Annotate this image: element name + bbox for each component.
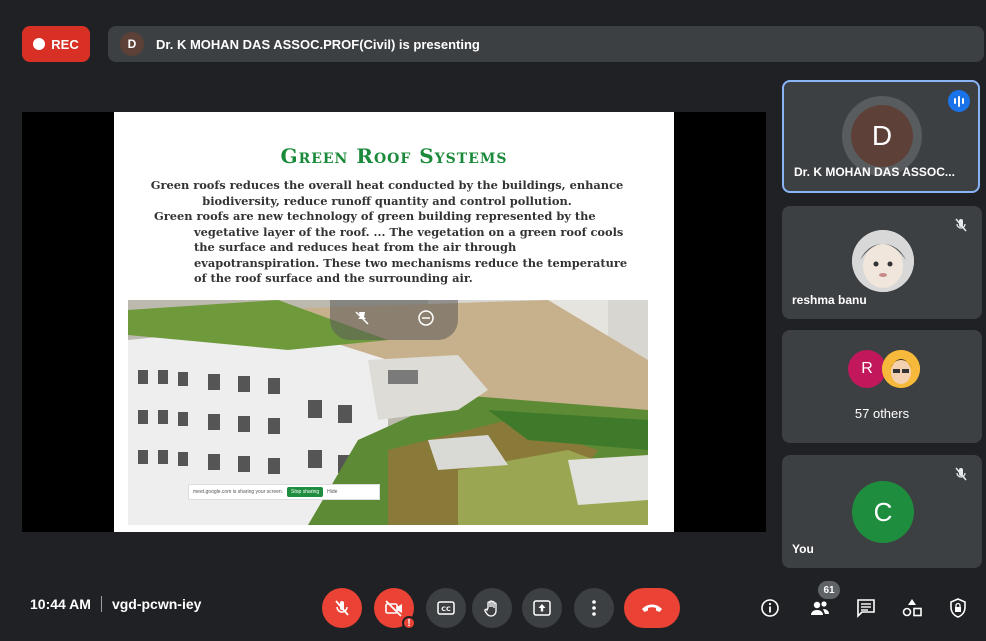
share-toast-text: meet.google.com is sharing your screen. bbox=[193, 489, 284, 495]
participant-name: You bbox=[792, 542, 814, 556]
presentation-slide: Green Roof Systems Green roofs reduces t… bbox=[114, 112, 674, 532]
divider bbox=[100, 596, 102, 612]
you-avatar: C bbox=[852, 481, 914, 543]
record-dot-icon bbox=[33, 38, 46, 50]
camera-off-icon bbox=[385, 600, 402, 617]
activities-button[interactable] bbox=[898, 594, 926, 622]
info-icon bbox=[761, 599, 779, 617]
participant-count-badge: 61 bbox=[818, 581, 840, 599]
presenter-initial: D bbox=[851, 105, 913, 167]
mic-off-icon bbox=[950, 214, 972, 236]
people-icon bbox=[811, 601, 829, 615]
recording-label: REC bbox=[51, 36, 79, 52]
mic-toggle-button[interactable] bbox=[322, 588, 362, 628]
presenting-text: Dr. K MOHAN DAS ASSOC.PROF(Civil) is pre… bbox=[156, 36, 480, 52]
participant-tile-you[interactable]: C You bbox=[782, 455, 982, 568]
others-count-label: 57 others bbox=[854, 406, 910, 421]
shield-lock-icon bbox=[950, 598, 966, 618]
presentation-hover-controls[interactable] bbox=[330, 300, 458, 340]
chat-icon bbox=[857, 599, 875, 618]
participant-tile-presenter[interactable]: D Dr. K MOHAN DAS ASSOC... bbox=[782, 80, 980, 193]
hide-toast-button[interactable]: Hide bbox=[327, 489, 337, 495]
presenter-avatar: D bbox=[120, 32, 144, 56]
svg-text:CC: CC bbox=[441, 605, 451, 613]
meeting-code[interactable]: vgd-pcwn-iey bbox=[112, 596, 201, 612]
slide-paragraph-2: Green roofs are new technology of green … bbox=[154, 209, 628, 285]
call-end-icon bbox=[642, 604, 662, 612]
presenter-tile-avatar: D bbox=[842, 96, 922, 176]
raise-hand-button[interactable] bbox=[472, 588, 512, 628]
others-avatar-r: R bbox=[848, 350, 886, 388]
chat-button[interactable] bbox=[852, 594, 880, 622]
slide-paragraph-1: Green roofs reduces the overall heat con… bbox=[150, 178, 624, 208]
mic-off-icon bbox=[335, 600, 349, 616]
more-vert-icon bbox=[592, 600, 596, 616]
participant-photo-avatar bbox=[852, 230, 914, 292]
meeting-time: 10:44 AM bbox=[30, 596, 91, 612]
minimize-icon[interactable] bbox=[417, 309, 435, 332]
present-now-button[interactable] bbox=[522, 588, 562, 628]
slide-body: Green roofs reduces the overall heat con… bbox=[144, 178, 630, 287]
mic-off-icon bbox=[950, 463, 972, 485]
screen-share-toast: meet.google.com is sharing your screen. … bbox=[188, 484, 380, 500]
recording-indicator[interactable]: REC bbox=[22, 26, 90, 62]
stop-sharing-button[interactable]: Stop sharing bbox=[287, 487, 324, 497]
meeting-details: 10:44 AM vgd-pcwn-iey bbox=[30, 596, 201, 612]
participant-name: Dr. K MOHAN DAS ASSOC... bbox=[794, 165, 955, 179]
participant-name: reshma banu bbox=[792, 293, 867, 307]
camera-warning-icon: ! bbox=[402, 616, 416, 630]
presentation-stage: Green Roof Systems Green roofs reduces t… bbox=[22, 112, 766, 532]
presenting-banner: D Dr. K MOHAN DAS ASSOC.PROF(Civil) is p… bbox=[108, 26, 984, 62]
more-options-button[interactable] bbox=[574, 588, 614, 628]
closed-captions-icon: CC bbox=[437, 601, 455, 615]
pin-off-icon[interactable] bbox=[354, 310, 370, 331]
camera-toggle-button[interactable]: ! bbox=[374, 588, 416, 630]
others-avatar-photo bbox=[882, 350, 920, 388]
host-controls-button[interactable] bbox=[944, 594, 972, 622]
raise-hand-icon bbox=[484, 600, 497, 617]
participant-tile-others[interactable]: R 57 others bbox=[782, 330, 982, 443]
slide-title-text: Green Roof Systems bbox=[280, 144, 508, 168]
activities-shapes-icon bbox=[902, 599, 922, 617]
leave-call-button[interactable] bbox=[624, 588, 680, 628]
meeting-details-button[interactable] bbox=[756, 594, 784, 622]
speaking-indicator-icon bbox=[948, 90, 970, 112]
participant-tile-reshma[interactable]: reshma banu bbox=[782, 206, 982, 319]
captions-button[interactable]: CC bbox=[426, 588, 466, 628]
present-screen-icon bbox=[533, 600, 551, 616]
slide-title: Green Roof Systems bbox=[114, 144, 674, 168]
